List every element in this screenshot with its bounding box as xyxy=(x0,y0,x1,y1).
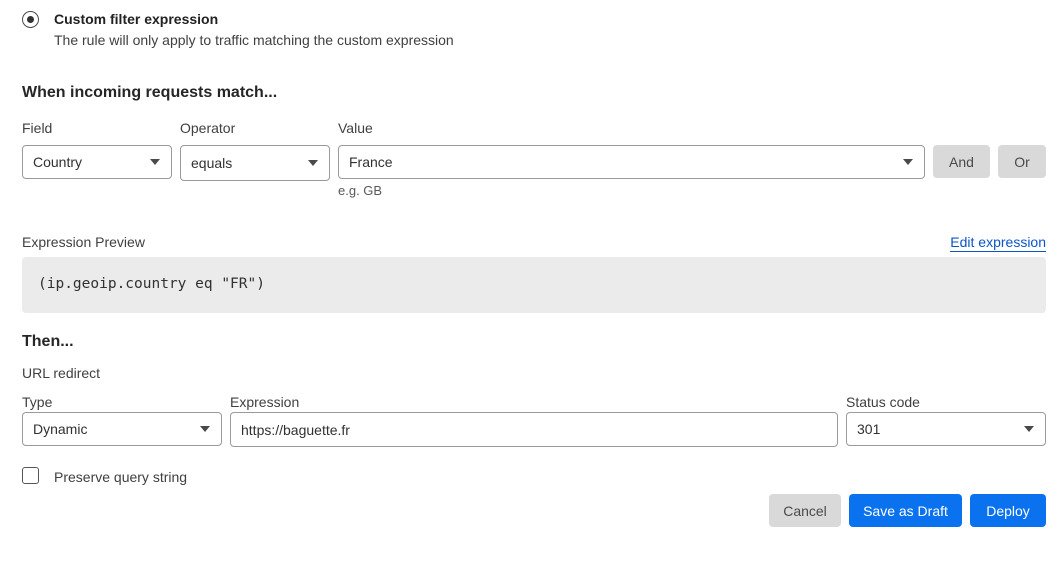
redirect-type-select[interactable]: Dynamic xyxy=(22,412,222,446)
status-code-value: 301 xyxy=(857,421,881,437)
chevron-down-icon xyxy=(308,160,318,166)
save-as-draft-button[interactable]: Save as Draft xyxy=(849,494,962,527)
or-button[interactable]: Or xyxy=(998,145,1046,178)
value-select[interactable]: France xyxy=(338,145,925,179)
expression-preview-box: (ip.geoip.country eq "FR") xyxy=(22,257,1046,313)
custom-filter-description: The rule will only apply to traffic matc… xyxy=(54,32,454,48)
field-label: Field xyxy=(22,120,53,136)
expression-preview-label: Expression Preview xyxy=(22,234,145,250)
type-label: Type xyxy=(22,394,53,410)
value-select-value: France xyxy=(349,154,393,170)
chevron-down-icon xyxy=(1024,426,1034,432)
match-heading: When incoming requests match... xyxy=(22,84,278,101)
action-label: URL redirect xyxy=(22,365,101,381)
edit-expression-link[interactable]: Edit expression xyxy=(950,234,1046,252)
value-hint: e.g. GB xyxy=(338,183,383,198)
field-select-value: Country xyxy=(33,154,83,170)
field-select[interactable]: Country xyxy=(22,145,172,179)
cancel-button[interactable]: Cancel xyxy=(769,494,841,527)
chevron-down-icon xyxy=(150,159,160,165)
status-code-select[interactable]: 301 xyxy=(846,412,1046,446)
chevron-down-icon xyxy=(200,426,210,432)
and-button[interactable]: And xyxy=(933,145,990,178)
preserve-query-string-label: Preserve query string xyxy=(54,469,188,485)
operator-select-value: equals xyxy=(191,155,233,171)
preserve-query-string-checkbox[interactable] xyxy=(22,467,39,484)
then-heading: Then... xyxy=(22,333,74,350)
deploy-button[interactable]: Deploy xyxy=(970,494,1046,527)
value-label: Value xyxy=(338,120,373,136)
expression-preview-code: (ip.geoip.country eq "FR") xyxy=(38,276,265,292)
operator-select[interactable]: equals xyxy=(180,145,330,181)
redirect-type-value: Dynamic xyxy=(33,421,88,437)
redirect-expression-input[interactable]: https://baguette.fr xyxy=(230,412,838,447)
custom-filter-title: Custom filter expression xyxy=(54,11,219,27)
status-code-label: Status code xyxy=(846,394,920,410)
redirect-expression-value: https://baguette.fr xyxy=(241,421,350,438)
operator-label: Operator xyxy=(180,120,236,136)
custom-filter-radio[interactable] xyxy=(22,11,39,28)
expression-label: Expression xyxy=(230,394,300,410)
chevron-down-icon xyxy=(903,159,913,165)
